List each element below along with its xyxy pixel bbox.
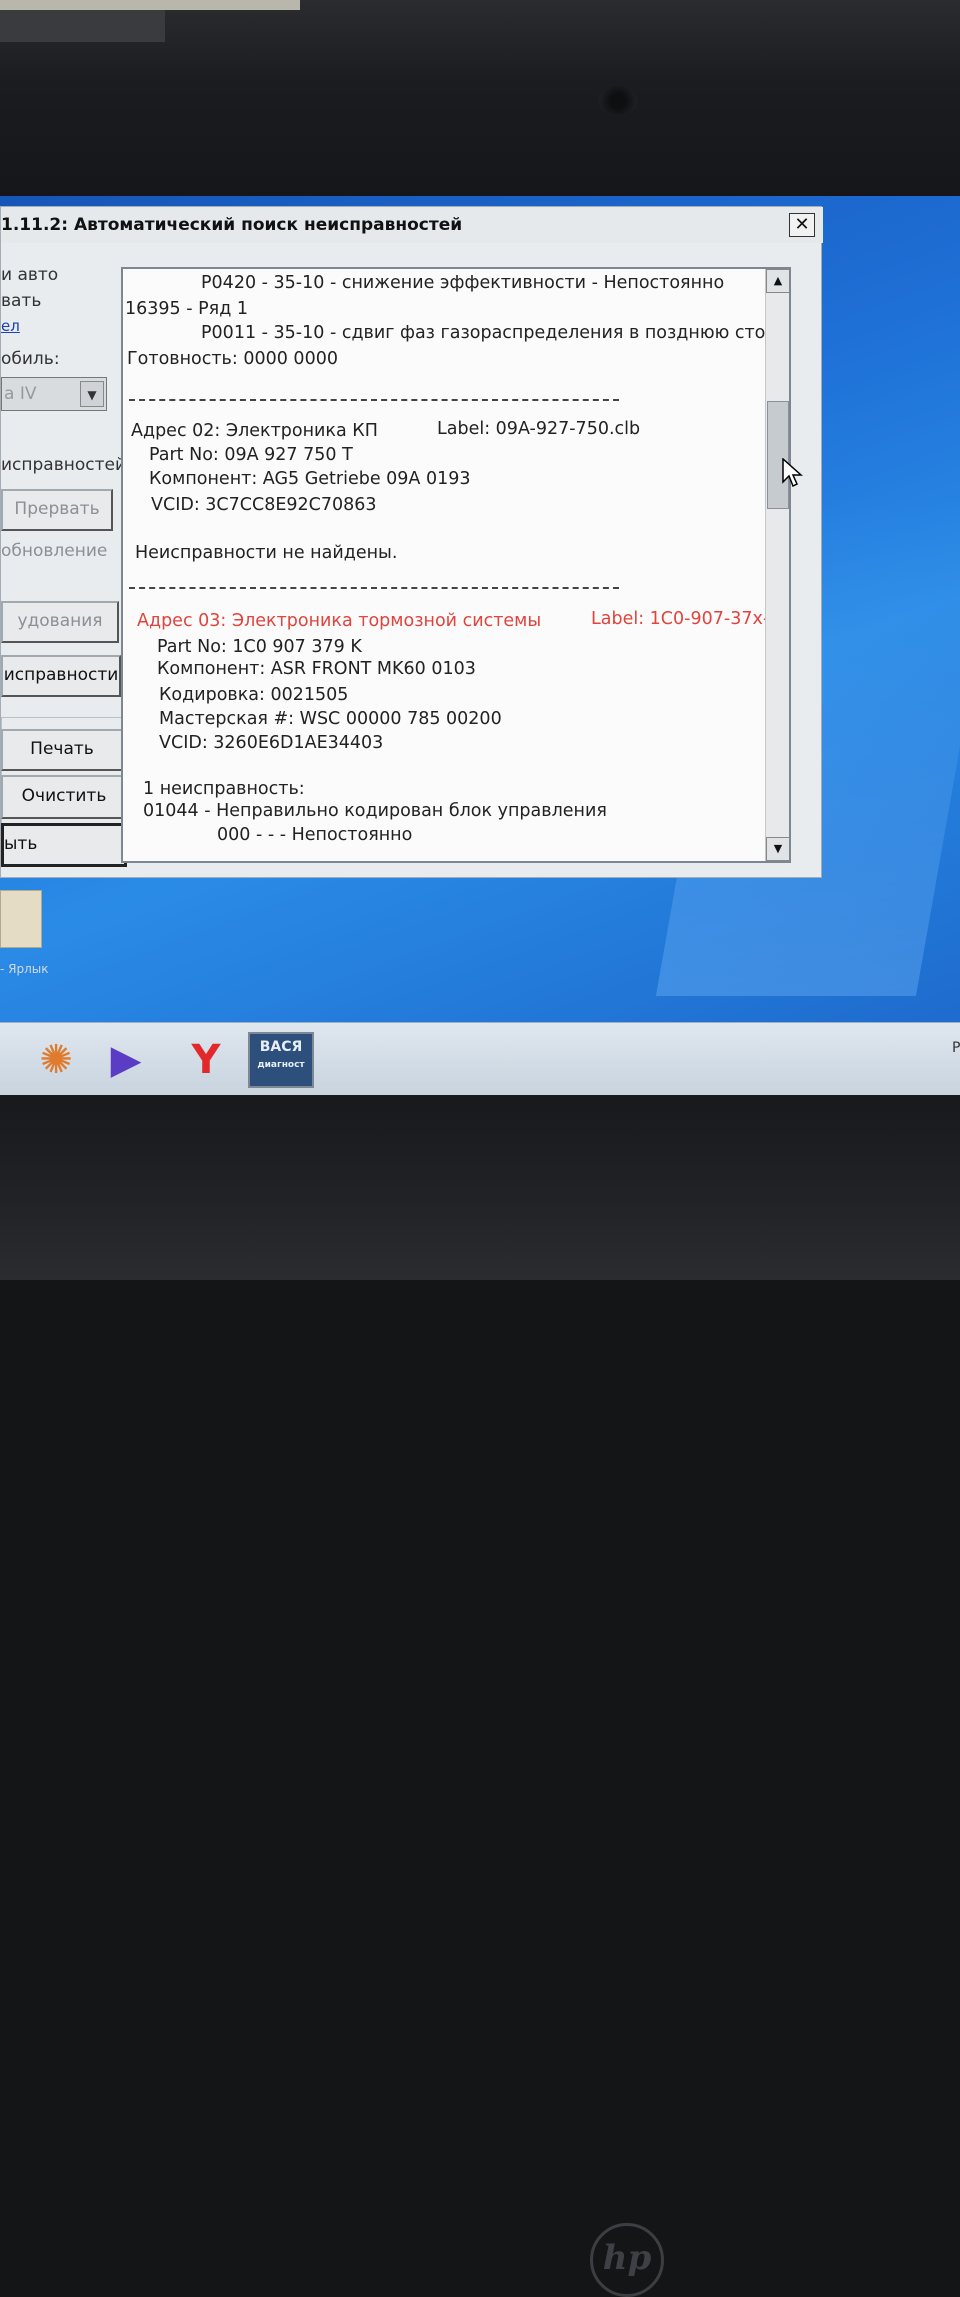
clear-button[interactable]: Очистить: [1, 775, 127, 819]
webcam-icon: [598, 86, 638, 116]
play-icon[interactable]: ▶: [102, 1036, 150, 1084]
report-line: VCID: 3C7CC8E92C70863: [151, 495, 377, 515]
separator: [129, 399, 619, 401]
report-line: P0011 - 35-10 - сдвиг фаз газораспределе…: [201, 323, 765, 343]
close-icon[interactable]: ✕: [789, 213, 815, 237]
sidebar-text-vat: вать: [1, 291, 42, 311]
vehicle-label: обиль:: [1, 349, 60, 369]
report-line: P0420 - 35-10 - снижение эффективности -…: [201, 273, 725, 293]
equipment-button[interactable]: удования: [1, 601, 119, 643]
sidebar-text-auto: и авто: [1, 265, 59, 285]
sidebar-link[interactable]: ел: [1, 317, 20, 335]
vehicle-select-value: а IV: [4, 384, 37, 404]
report-line: 000 - - - Непостоянно: [217, 825, 413, 845]
media-player-icon[interactable]: ✺: [32, 1036, 80, 1084]
report-line: Label: 09A-927-750.clb: [437, 419, 641, 439]
report-content: P0420 - 35-10 - снижение эффективности -…: [123, 269, 765, 861]
scan-report-textbox[interactable]: P0420 - 35-10 - снижение эффективности -…: [121, 267, 791, 863]
close-button[interactable]: ыть: [1, 823, 127, 867]
report-line: Готовность: 0000 0000: [127, 349, 338, 369]
laptop-bezel-top: [0, 0, 960, 205]
window-title: 1.11.2: Автоматический поиск неисправнос…: [1, 215, 463, 235]
abort-button[interactable]: Прервать: [1, 489, 113, 531]
vasya-sublabel: диагност: [257, 1060, 305, 1070]
desktop-shortcut-icon[interactable]: [0, 890, 42, 948]
scroll-up-icon[interactable]: ▲: [766, 269, 789, 293]
faults-button[interactable]: исправности: [1, 655, 121, 697]
faults-label: исправностей: [1, 455, 127, 475]
scroll-thumb[interactable]: [767, 401, 789, 509]
print-button[interactable]: Печать: [1, 729, 123, 771]
laptop-bezel-bottom: hp: [0, 1095, 960, 2297]
background-object-edge: [0, 0, 300, 10]
report-line: Part No: 09A 927 750 T: [149, 445, 353, 465]
report-line: VCID: 3260E6D1AE34403: [159, 733, 384, 753]
report-line: Кодировка: 0021505: [159, 685, 349, 705]
report-line: Адрес 02: Электроника КП: [131, 421, 378, 441]
tray-language-indicator[interactable]: Р: [952, 1040, 960, 1056]
update-label: обновление: [1, 541, 108, 561]
report-line: Компонент: ASR FRONT MK60 0103: [157, 659, 476, 679]
report-line: 1 неисправность:: [143, 779, 305, 799]
mouse-cursor-icon: [782, 458, 803, 488]
report-line: 01044 - Неправильно кодирован блок управ…: [143, 801, 607, 821]
separator: [129, 587, 619, 589]
chevron-down-icon[interactable]: ▼: [80, 381, 104, 407]
report-line: Неисправности не найдены.: [135, 543, 398, 563]
vasya-label: ВАСЯ: [259, 1039, 303, 1055]
report-line: Label: 1C0-907-37x-: [591, 609, 765, 629]
scroll-down-icon[interactable]: ▼: [766, 837, 789, 861]
yandex-browser-icon[interactable]: Y: [182, 1036, 230, 1084]
report-line: Мастерская #: WSC 00000 785 00200: [159, 709, 502, 729]
hp-logo-icon: hp: [590, 2223, 664, 2297]
report-line: Part No: 1C0 907 379 K: [157, 637, 362, 657]
vertical-scrollbar[interactable]: ▲ ▼: [765, 269, 789, 861]
vehicle-select[interactable]: а IV ▼: [1, 377, 107, 411]
auto-scan-dialog: 1.11.2: Автоматический поиск неисправнос…: [0, 206, 823, 878]
vasya-diagnostics-task-button[interactable]: ВАСЯ диагност: [248, 1032, 314, 1088]
report-line: Адрес 03: Электроника тормозной системы: [137, 611, 542, 631]
report-line: Компонент: AG5 Getriebe 09A 0193: [149, 469, 471, 489]
report-line: 16395 - Ряд 1: [125, 299, 248, 319]
desktop-shortcut-label[interactable]: - Ярлык: [0, 962, 49, 976]
title-bar[interactable]: 1.11.2: Автоматический поиск неисправнос…: [1, 207, 823, 243]
